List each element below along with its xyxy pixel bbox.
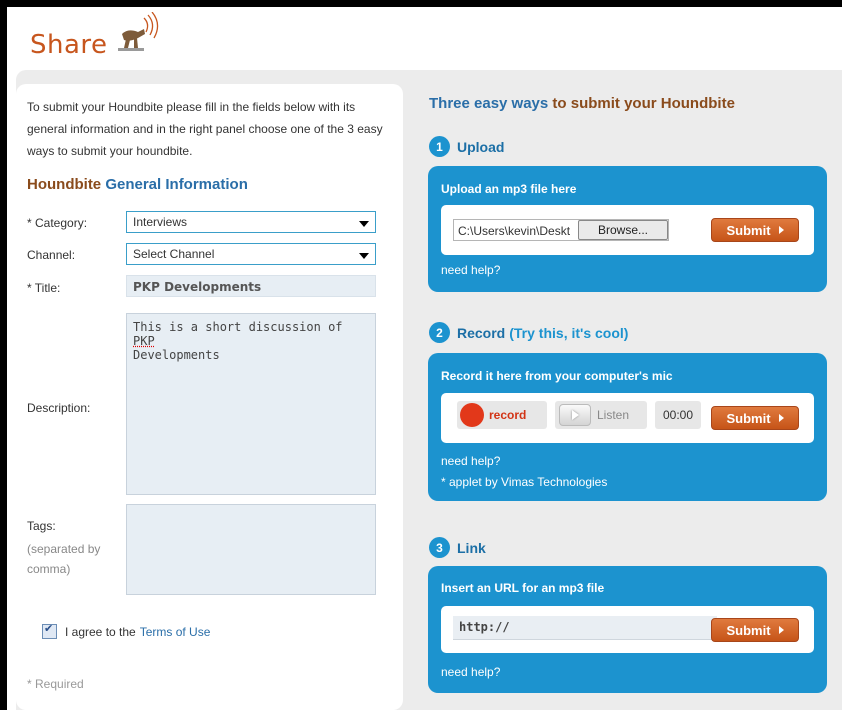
file-path-value: C:\Users\kevin\Deskt (458, 224, 571, 238)
listen-label: Listen (597, 408, 630, 422)
record-box: Record it here from your computer's mic … (428, 353, 827, 501)
required-note: * Required (27, 677, 84, 691)
record-timer: 00:00 (655, 401, 701, 429)
link-submit-label: Submit (726, 622, 771, 638)
window-frame-top (0, 0, 842, 7)
upload-step-header: 1 Upload (429, 136, 504, 157)
intro-text: To submit your Houndbite please fill in … (27, 100, 383, 158)
link-help-link[interactable]: need help? (441, 665, 500, 679)
description-text-suffix: Developments (133, 348, 220, 362)
upload-help-link[interactable]: need help? (441, 263, 500, 277)
record-step-header: 2 Record (Try this, it's cool) (429, 322, 628, 343)
play-icon (559, 404, 591, 426)
tags-hint: (separated by comma) (27, 542, 101, 576)
general-info-heading: Houndbite General Information (27, 176, 248, 193)
record-step-title: Record (457, 324, 506, 341)
upload-submit-label: Submit (726, 222, 771, 238)
upload-submit-button[interactable]: Submit (711, 218, 799, 242)
description-label: Description: (27, 401, 91, 415)
record-controls: record Listen 00:00 Submit (441, 393, 814, 443)
record-label: record (489, 408, 527, 422)
general-info-heading-rest: General Information (105, 176, 248, 193)
title-input[interactable]: PKP Developments (126, 275, 376, 297)
chevron-down-icon (359, 253, 369, 259)
listen-button[interactable]: Listen (555, 401, 647, 429)
category-select[interactable]: Interviews (126, 211, 376, 233)
upload-controls: C:\Users\kevin\Deskt Browse... Submit (441, 205, 814, 255)
record-box-heading: Record it here from your computer's mic (441, 369, 673, 383)
chevron-down-icon (359, 221, 369, 227)
file-path-input[interactable]: C:\Users\kevin\Deskt Browse... (453, 219, 669, 241)
record-step-subtitle: (Try this, it's cool) (509, 324, 629, 341)
page-title: Share (30, 30, 108, 60)
tags-label: Tags: (27, 519, 56, 533)
link-step-title: Link (457, 539, 486, 556)
upload-box: Upload an mp3 file here C:\Users\kevin\D… (428, 166, 827, 292)
applet-credit: * applet by Vimas Technologies (441, 475, 608, 489)
description-text-pkp: PKP (133, 334, 155, 348)
record-help-link[interactable]: need help? (441, 454, 500, 468)
link-controls: http:// Submit (441, 606, 814, 653)
link-box-heading: Insert an URL for an mp3 file (441, 581, 605, 595)
record-submit-button[interactable]: Submit (711, 406, 799, 430)
general-info-heading-brand: Houndbite (27, 176, 102, 193)
url-input[interactable]: http:// (453, 616, 717, 640)
caret-right-icon (778, 626, 784, 634)
agree-text: I agree to the (65, 624, 136, 639)
category-selected-value: Interviews (133, 215, 188, 229)
description-textarea[interactable]: This is a short discussion of PKP Develo… (126, 313, 376, 495)
description-text-prefix: This is a short discussion of (133, 320, 343, 334)
houndbite-logo-icon (114, 11, 164, 61)
link-box: Insert an URL for an mp3 file http:// Su… (428, 566, 827, 693)
agree-checkbox[interactable] (42, 622, 57, 639)
title-label: * Title: (27, 281, 61, 295)
link-step-header: 3 Link (429, 537, 486, 558)
category-label: * Category: (27, 216, 88, 230)
upload-box-heading: Upload an mp3 file here (441, 182, 577, 196)
record-dot-icon (460, 403, 484, 427)
record-submit-label: Submit (726, 410, 771, 426)
window-frame-left (0, 0, 7, 710)
submit-ways-title: Three easy ways to submit your Houndbite (429, 95, 735, 112)
step-number-badge: 2 (429, 322, 450, 343)
tags-textarea[interactable] (126, 504, 376, 595)
upload-step-title: Upload (457, 138, 505, 155)
terms-of-use-link[interactable]: Terms of Use (140, 625, 211, 639)
browse-button[interactable]: Browse... (578, 220, 668, 240)
record-button[interactable]: record (457, 401, 547, 429)
channel-label: Channel: (27, 248, 76, 262)
step-number-badge: 3 (429, 537, 450, 558)
caret-right-icon (778, 414, 784, 422)
submit-ways-title-part1: Three easy ways (429, 95, 549, 112)
terms-agreement: I agree to the Terms of Use (42, 622, 211, 639)
submit-ways-title-part2: to submit your Houndbite (552, 95, 735, 112)
caret-right-icon (778, 226, 784, 234)
step-number-badge: 1 (429, 136, 450, 157)
channel-select[interactable]: Select Channel (126, 243, 376, 265)
channel-selected-value: Select Channel (133, 247, 215, 261)
link-submit-button[interactable]: Submit (711, 618, 799, 642)
